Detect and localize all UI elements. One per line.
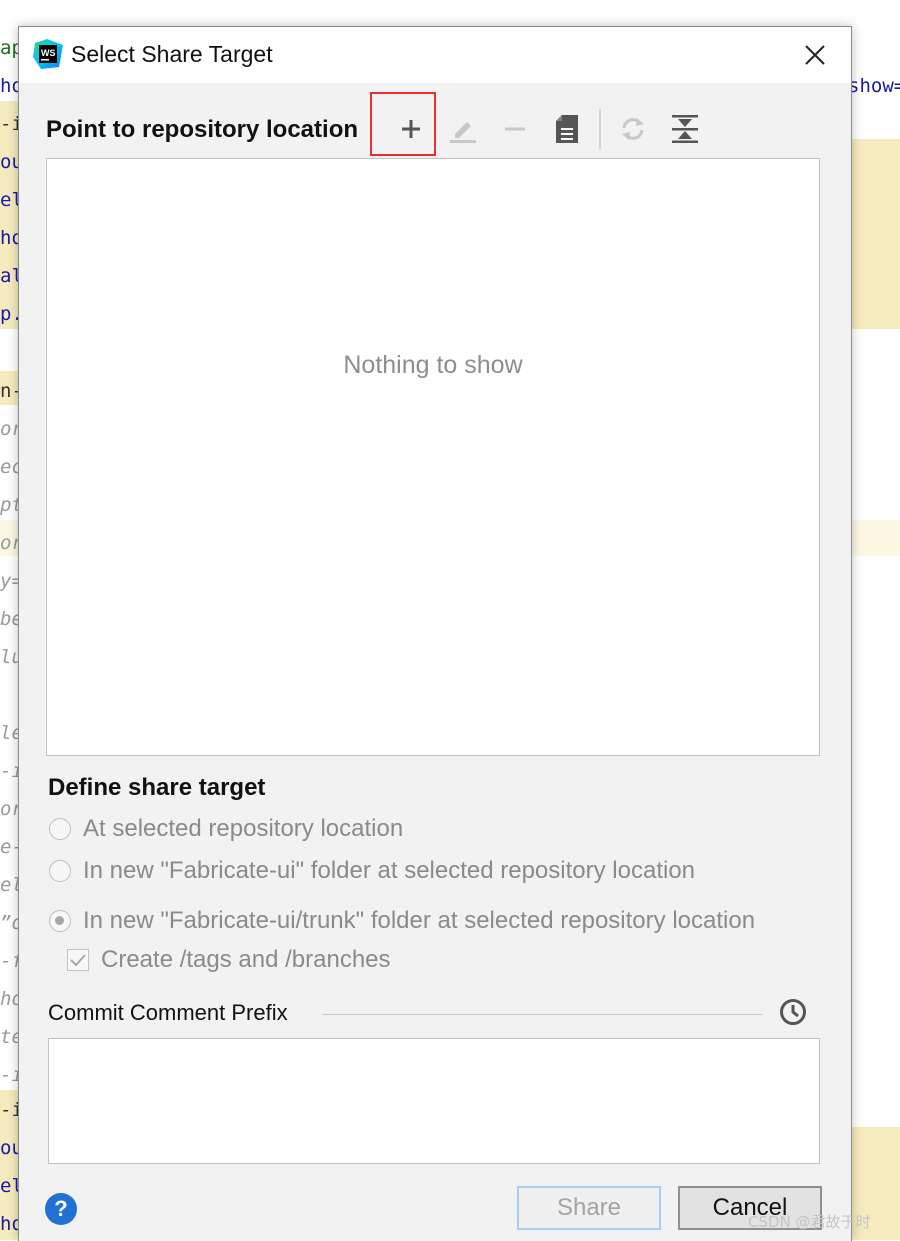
radio-button[interactable]	[49, 860, 71, 882]
option-label: In new "Fabricate-ui" folder at selected…	[83, 857, 696, 884]
dialog-titlebar: WS Select Share Target	[19, 27, 851, 83]
editor-line-highlight	[850, 139, 900, 329]
history-icon	[780, 999, 806, 1025]
commit-prefix-input[interactable]	[48, 1038, 820, 1164]
create-tags-branches-option[interactable]: Create /tags and /branches	[67, 945, 391, 975]
remove-icon	[505, 127, 525, 131]
option-new-trunk-folder[interactable]: In new "Fabricate-ui/trunk" folder at se…	[49, 906, 755, 936]
close-button[interactable]	[799, 39, 831, 71]
option-selected-location[interactable]: At selected repository location	[49, 814, 403, 844]
create-tags-checkbox[interactable]	[67, 949, 89, 971]
repository-list[interactable]: Nothing to show	[46, 158, 820, 756]
editor-line-highlight	[850, 520, 900, 556]
option-label: In new "Fabricate-ui/trunk" folder at se…	[83, 907, 756, 934]
dialog-title: Select Share Target	[71, 41, 273, 67]
edit-repository-button[interactable]	[445, 111, 481, 147]
editor-line-highlight	[0, 101, 20, 329]
help-button[interactable]: ?	[45, 1193, 77, 1225]
create-tags-label: Create /tags and /branches	[101, 946, 391, 973]
add-repository-button[interactable]	[393, 111, 429, 147]
add-icon	[402, 120, 420, 138]
toolbar-separator	[599, 109, 601, 149]
collapse-icon	[672, 115, 698, 143]
commit-prefix-label: Commit Comment Prefix	[48, 1000, 288, 1025]
radio-button[interactable]	[49, 818, 71, 840]
share-button[interactable]: Share	[517, 1186, 661, 1230]
checkmark-icon	[70, 954, 86, 967]
commit-history-button[interactable]	[776, 995, 810, 1029]
repository-section-title: Point to repository location	[46, 116, 359, 143]
select-share-target-dialog: WS Select Share Target Point to reposito…	[18, 26, 852, 1241]
close-icon	[805, 45, 825, 65]
remove-repository-button[interactable]	[497, 111, 533, 147]
empty-list-text: Nothing to show	[343, 351, 523, 379]
edit-icon	[450, 122, 476, 143]
share-target-section-title: Define share target	[48, 774, 266, 801]
collapse-all-button[interactable]	[667, 111, 703, 147]
code-fragment: show=	[848, 75, 900, 97]
app-icon-text: WS	[41, 48, 56, 58]
radio-button-checked[interactable]	[49, 910, 71, 932]
refresh-icon	[622, 118, 644, 140]
browse-icon	[556, 115, 578, 143]
browse-repository-button[interactable]	[549, 111, 585, 147]
option-new-folder[interactable]: In new "Fabricate-ui" folder at selected…	[49, 856, 695, 886]
watermark: CSDN @君故于时	[748, 1213, 871, 1231]
option-label: At selected repository location	[83, 815, 404, 842]
separator-line	[322, 1014, 762, 1015]
webstorm-logo-icon: WS	[33, 39, 63, 69]
refresh-button[interactable]	[615, 111, 651, 147]
